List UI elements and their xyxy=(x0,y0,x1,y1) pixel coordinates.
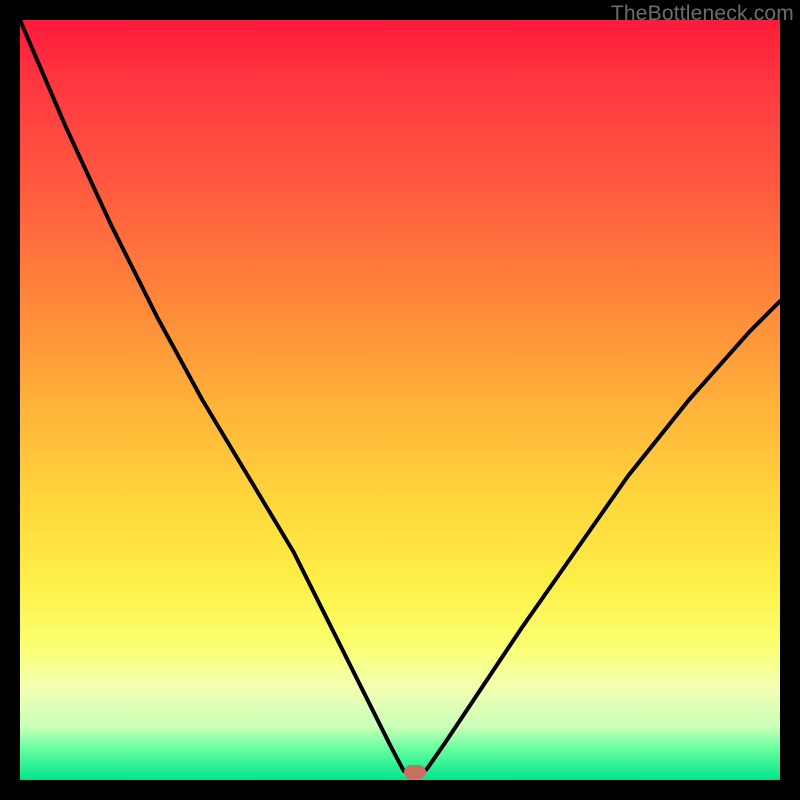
curve-path xyxy=(20,20,780,774)
optimal-point-marker xyxy=(404,765,426,779)
plot-area xyxy=(20,20,780,780)
chart-frame: TheBottleneck.com xyxy=(0,0,800,800)
bottleneck-curve xyxy=(20,20,780,780)
